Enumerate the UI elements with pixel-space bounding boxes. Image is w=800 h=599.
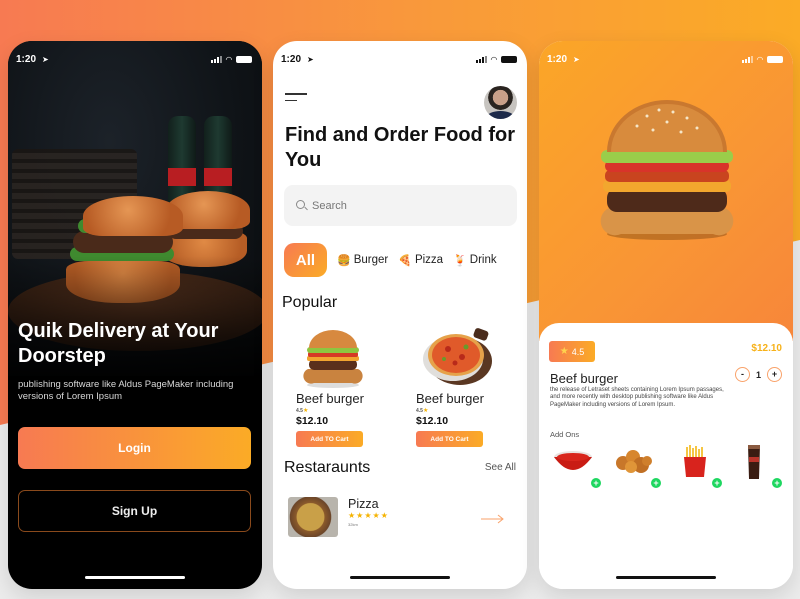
signal-icon — [475, 55, 487, 63]
product-name: Beef burger — [550, 371, 618, 386]
home-indicator[interactable] — [616, 576, 716, 579]
search-bar[interactable] — [284, 185, 517, 226]
avatar[interactable] — [484, 86, 517, 119]
time: 1:20 — [547, 53, 568, 65]
product-rating: 4.5★ — [416, 407, 516, 414]
menu-icon[interactable] — [285, 93, 307, 103]
product-card[interactable]: Beef burger 4.5★ $12.10 Add TO Cart — [416, 327, 516, 447]
category-drink[interactable]: 🍹 Drink — [453, 254, 497, 267]
category-label: Drink — [469, 254, 497, 266]
detail-hero — [539, 41, 793, 341]
add-to-cart-button[interactable]: Add TO Cart — [296, 431, 363, 447]
rating-badge: ★ 4.5 — [549, 341, 595, 362]
add-on-plus-icon[interactable]: + — [772, 478, 782, 488]
cola-image — [748, 445, 760, 479]
restaurants-heading: Restaraunts — [284, 459, 371, 476]
status-bar: 1:20 ➤ ◠ — [8, 41, 262, 77]
search-input[interactable] — [312, 199, 502, 212]
restaurant-stars: ★★★★★ — [348, 511, 389, 520]
time: 1:20 — [16, 53, 37, 65]
rating-value: 4.5 — [571, 346, 585, 357]
home-indicator[interactable] — [350, 576, 450, 579]
signal-icon — [741, 55, 753, 63]
status-bar: 1:20 ➤ ◠ — [539, 41, 793, 77]
star-icon: ★ — [559, 346, 569, 357]
home-indicator[interactable] — [85, 576, 185, 579]
wifi-icon: ◠ — [756, 54, 763, 64]
status-bar: 1:20 ➤ ◠ — [273, 41, 527, 77]
detail-card: ★ 4.5 $12.10 Beef burger - 1 + the relea… — [539, 323, 793, 589]
pizza-icon: 🍕 — [398, 254, 412, 267]
restaurant-name: Pizza — [348, 497, 379, 511]
signal-icon — [210, 55, 222, 63]
add-on-plus-icon[interactable]: + — [651, 478, 661, 488]
category-label: Pizza — [414, 254, 444, 266]
star-icon: ★ — [302, 408, 309, 414]
quantity-value: 1 — [755, 369, 761, 380]
wifi-icon: ◠ — [225, 54, 232, 64]
burger-image — [600, 100, 734, 240]
star-icon: ★ — [422, 408, 429, 414]
welcome-subtitle: publishing software like Aldus PageMaker… — [18, 379, 234, 402]
burger-front-top — [83, 196, 183, 236]
pizza-image — [420, 327, 500, 389]
add-on-plus-icon[interactable]: + — [712, 478, 722, 488]
category-label: All — [295, 251, 316, 269]
drink-icon: 🍹 — [453, 254, 467, 267]
category-tabs: All 🍔 Burger 🍕 Pizza 🍹 Drink — [284, 243, 497, 277]
add-to-cart-button[interactable]: Add TO Cart — [416, 431, 483, 447]
burger-image — [300, 327, 380, 389]
page-title: Find and Order Food for You — [285, 124, 515, 171]
add-on-cola[interactable]: + — [732, 443, 782, 488]
product-card[interactable]: Beef burger 4.5★ $12.10 Add TO Cart — [296, 327, 396, 447]
add-ons-list: + + + + — [539, 443, 793, 493]
category-burger[interactable]: 🍔 Burger — [337, 254, 388, 267]
phone-detail-screen: 1:20 ➤ ◠ ★ 4.5 $12.10 Beef burger - 1 + … — [539, 41, 793, 589]
popular-heading: Popular — [282, 294, 338, 311]
restaurant-image — [288, 497, 338, 537]
category-pizza[interactable]: 🍕 Pizza — [398, 254, 443, 267]
location-arrow-icon: ➤ — [42, 54, 49, 64]
rating-value: 4.5 — [416, 408, 423, 414]
location-arrow-icon: ➤ — [573, 54, 580, 64]
fried-chicken-image — [616, 450, 652, 473]
decrease-quantity-button[interactable]: - — [734, 367, 750, 382]
product-description: the release of Letraset sheets containin… — [550, 387, 724, 408]
search-icon — [296, 200, 307, 211]
signup-button[interactable]: Sign Up — [18, 490, 251, 532]
add-on-ketchup[interactable]: + — [551, 443, 601, 488]
product-name: Beef burger — [296, 391, 364, 406]
time: 1:20 — [281, 53, 302, 65]
wifi-icon: ◠ — [490, 54, 497, 64]
location-arrow-icon: ➤ — [307, 54, 314, 64]
add-ons-label: Add Ons — [550, 430, 580, 439]
product-rating: 4.5★ — [296, 407, 396, 414]
battery-icon — [236, 55, 252, 63]
arrow-right-icon[interactable] — [481, 514, 505, 524]
category-label: Burger — [353, 254, 389, 266]
increase-quantity-button[interactable]: + — [767, 367, 782, 382]
welcome-title: Quik Delivery at Your Doorstep — [18, 320, 219, 367]
product-name: Beef burger — [416, 391, 484, 406]
product-price: $12.10 — [751, 343, 782, 354]
see-all-link[interactable]: See All — [485, 462, 516, 473]
product-price: $12.10 — [296, 415, 329, 427]
quantity-stepper: - 1 + — [734, 367, 782, 382]
add-on-fried-chicken[interactable]: + — [611, 443, 661, 488]
phone-welcome-screen: 1:20 ➤ ◠ Quik Delivery at Your Doorstep … — [8, 41, 262, 589]
burger-icon: 🍔 — [337, 254, 351, 267]
battery-icon — [501, 55, 517, 63]
phone-home-screen: 1:20 ➤ ◠ Find and Order Food for You All… — [273, 41, 527, 589]
product-price: $12.10 — [416, 415, 449, 427]
rating-value: 4.5 — [296, 408, 303, 414]
restaurant-distance: 32km — [348, 522, 358, 527]
add-on-fries[interactable]: + — [672, 443, 722, 488]
fries-image — [684, 445, 706, 477]
add-on-plus-icon[interactable]: + — [591, 478, 601, 488]
category-all[interactable]: All — [284, 243, 327, 277]
login-button[interactable]: Login — [18, 427, 251, 469]
battery-icon — [767, 55, 783, 63]
ketchup-image — [554, 451, 592, 470]
